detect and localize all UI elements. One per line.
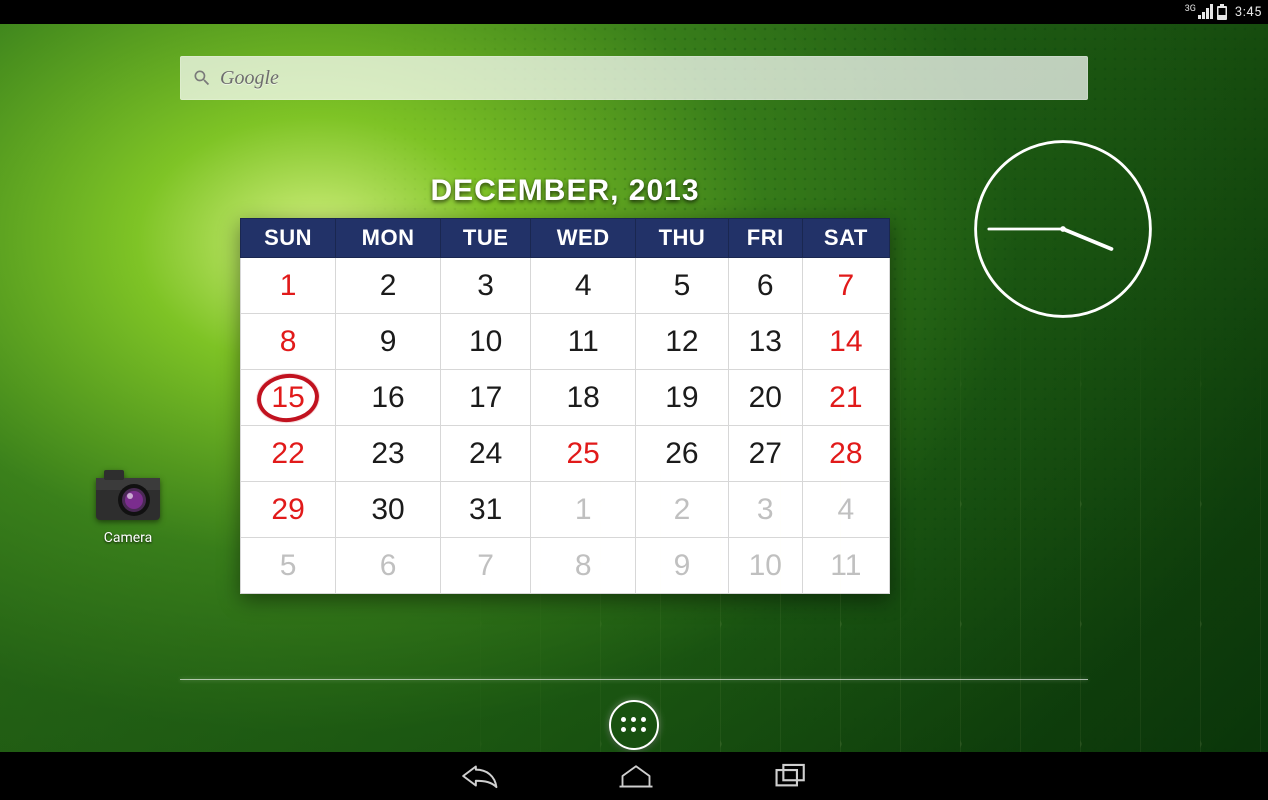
calendar-day-cell[interactable]: 25 <box>531 426 636 482</box>
calendar-day-cell[interactable]: 2 <box>336 258 441 314</box>
calendar-title: DECEMBER, 2013 <box>240 174 890 208</box>
calendar-day-header: WED <box>531 219 636 258</box>
calendar-day-cell[interactable]: 18 <box>531 370 636 426</box>
calendar-day-header: MON <box>336 219 441 258</box>
calendar-day-cell[interactable]: 12 <box>636 314 729 370</box>
calendar-day-cell[interactable]: 11 <box>531 314 636 370</box>
calendar-day-cell[interactable]: 5 <box>241 538 336 594</box>
calendar-day-header: SUN <box>241 219 336 258</box>
calendar-day-cell[interactable]: 6 <box>336 538 441 594</box>
navigation-bar <box>0 752 1268 800</box>
calendar-day-cell[interactable]: 26 <box>636 426 729 482</box>
calendar-day-cell[interactable]: 5 <box>636 258 729 314</box>
analog-clock-face <box>968 134 1158 324</box>
calendar-day-cell[interactable]: 22 <box>241 426 336 482</box>
calendar-day-cell[interactable]: 4 <box>531 258 636 314</box>
camera-icon <box>94 468 162 522</box>
calendar-day-cell[interactable]: 3 <box>440 258 530 314</box>
calendar-day-cell[interactable]: 14 <box>802 314 889 370</box>
home-screen[interactable]: Google Camera DECEMBER, 2013 SUNMONTUEWE <box>0 24 1268 752</box>
analog-clock-widget[interactable] <box>968 134 1158 324</box>
calendar-day-header: THU <box>636 219 729 258</box>
camera-app-label: Camera <box>88 530 168 546</box>
recent-apps-button[interactable] <box>774 762 808 790</box>
calendar-day-cell[interactable]: 23 <box>336 426 441 482</box>
back-button[interactable] <box>460 761 498 791</box>
calendar-day-cell[interactable]: 6 <box>728 258 802 314</box>
calendar-day-cell[interactable]: 8 <box>531 538 636 594</box>
calendar-day-cell[interactable]: 2 <box>636 482 729 538</box>
status-bar: 3G 3:45 <box>0 0 1268 24</box>
calendar-day-cell[interactable]: 13 <box>728 314 802 370</box>
calendar-day-cell[interactable]: 17 <box>440 370 530 426</box>
calendar-day-cell[interactable]: 31 <box>440 482 530 538</box>
calendar-day-cell[interactable]: 7 <box>440 538 530 594</box>
home-button[interactable] <box>618 761 654 791</box>
calendar-day-cell[interactable]: 8 <box>241 314 336 370</box>
battery-icon <box>1217 4 1227 20</box>
status-clock: 3:45 <box>1235 5 1262 20</box>
network-3g-icon: 3G <box>1185 5 1196 14</box>
app-drawer-button[interactable] <box>609 700 659 750</box>
calendar-day-header: TUE <box>440 219 530 258</box>
calendar-day-cell[interactable]: 4 <box>802 482 889 538</box>
signal-icon <box>1197 4 1213 20</box>
calendar-day-cell[interactable]: 9 <box>636 538 729 594</box>
calendar-day-cell[interactable]: 21 <box>802 370 889 426</box>
calendar-widget[interactable]: DECEMBER, 2013 SUNMONTUEWEDTHUFRISAT 123… <box>240 174 890 594</box>
calendar-day-header: SAT <box>802 219 889 258</box>
calendar-day-cell[interactable]: 10 <box>728 538 802 594</box>
calendar-day-cell[interactable]: 16 <box>336 370 441 426</box>
google-search-widget[interactable]: Google <box>180 56 1088 100</box>
calendar-day-cell[interactable]: 24 <box>440 426 530 482</box>
camera-app-shortcut[interactable]: Camera <box>88 468 168 546</box>
calendar-day-cell[interactable]: 1 <box>241 258 336 314</box>
search-icon <box>192 68 212 88</box>
calendar-day-cell[interactable]: 30 <box>336 482 441 538</box>
calendar-day-cell[interactable]: 19 <box>636 370 729 426</box>
calendar-day-cell[interactable]: 1 <box>531 482 636 538</box>
calendar-day-cell[interactable]: 10 <box>440 314 530 370</box>
calendar-day-header: FRI <box>728 219 802 258</box>
calendar-day-cell[interactable]: 3 <box>728 482 802 538</box>
calendar-grid: SUNMONTUEWEDTHUFRISAT 123456789101112131… <box>240 218 890 594</box>
calendar-day-cell[interactable]: 27 <box>728 426 802 482</box>
search-placeholder: Google <box>220 67 279 90</box>
calendar-day-cell[interactable]: 20 <box>728 370 802 426</box>
calendar-day-cell[interactable]: 9 <box>336 314 441 370</box>
app-drawer-icon <box>621 717 647 733</box>
calendar-day-cell[interactable]: 7 <box>802 258 889 314</box>
calendar-day-cell[interactable]: 28 <box>802 426 889 482</box>
calendar-day-cell[interactable]: 11 <box>802 538 889 594</box>
calendar-day-cell[interactable]: 29 <box>241 482 336 538</box>
dock-divider <box>180 679 1088 680</box>
calendar-day-cell[interactable]: 15 <box>241 370 336 426</box>
